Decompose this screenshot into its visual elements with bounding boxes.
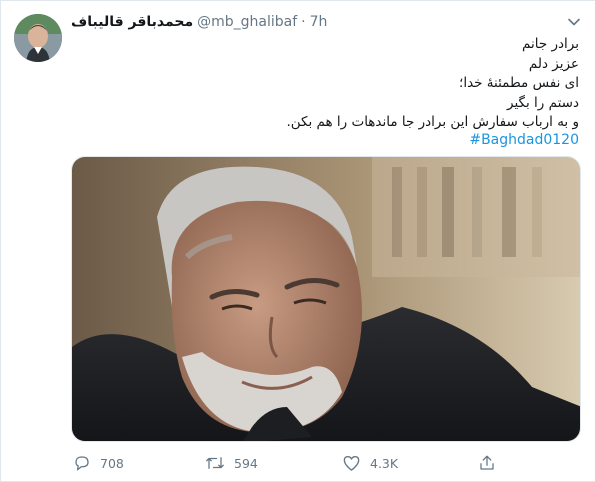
avatar[interactable] xyxy=(14,14,62,62)
chevron-down-icon[interactable] xyxy=(565,13,583,31)
share-button[interactable] xyxy=(478,451,505,475)
retweet-button[interactable]: 594 xyxy=(205,451,258,475)
display-name[interactable]: محمدباقر قالیباف xyxy=(71,14,193,30)
tweet-text-line: دستم را بگیر xyxy=(507,94,579,111)
user-handle[interactable]: @mb_ghalibaf xyxy=(197,14,297,30)
tweet-card[interactable]: محمدباقر قالیباف @mb_ghalibaf · 7h برادر… xyxy=(0,0,595,482)
retweet-count: 594 xyxy=(234,455,258,471)
tweet-text-line: عزیز دلم xyxy=(528,55,579,72)
portrait-photo xyxy=(72,157,580,441)
reply-count: 708 xyxy=(100,455,124,471)
separator-dot: · xyxy=(301,14,306,30)
share-icon xyxy=(480,455,494,470)
tweet-header: محمدباقر قالیباف @mb_ghalibaf · 7h xyxy=(71,11,327,33)
reply-icon xyxy=(75,456,89,471)
hashtag-link[interactable]: #Baghdad0120 xyxy=(469,132,579,148)
avatar-image xyxy=(14,14,62,62)
tweet-text-line: و به ارباب سفارش این برادر جا ماندهات را… xyxy=(286,114,579,130)
tweet-text-line: ای نفس مطمئنهٔ خدا؛ xyxy=(459,75,579,91)
retweet-icon xyxy=(206,457,224,469)
timestamp[interactable]: 7h xyxy=(310,14,328,30)
tweet-text: برادر جانم عزیز دلم ای نفس مطمئنهٔ خدا؛ … xyxy=(286,35,579,133)
like-button[interactable]: 4.3K xyxy=(342,451,398,475)
tweet-photo[interactable] xyxy=(71,156,581,442)
heart-icon xyxy=(343,455,360,471)
tweet-text-line: برادر جانم xyxy=(522,36,579,52)
like-count: 4.3K xyxy=(370,455,399,471)
tweet-actions: 708 594 4.3K xyxy=(71,451,581,475)
reply-button[interactable]: 708 xyxy=(73,451,124,475)
